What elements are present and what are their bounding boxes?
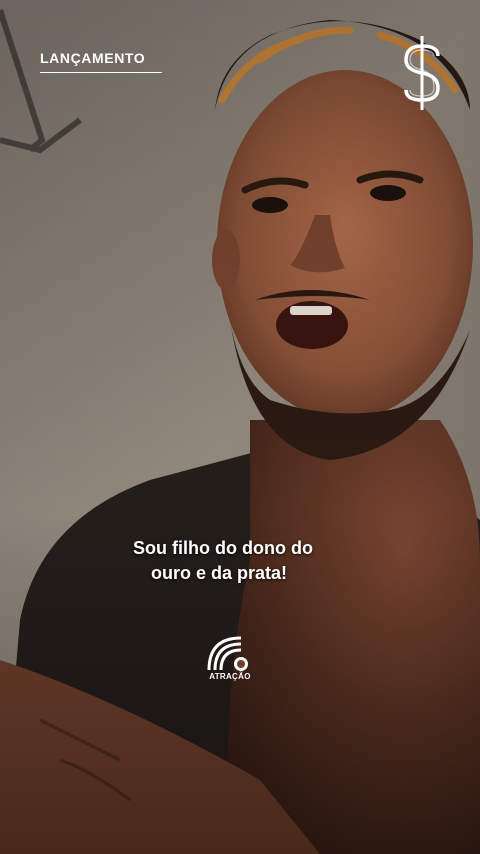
- caption-line-2: ouro e da prata!: [151, 563, 288, 583]
- category-tag: LANÇAMENTO: [40, 50, 162, 73]
- dollar-sign-icon: [404, 36, 440, 110]
- caption-subtitle: Sou filho do dono do ouro e da prata!: [110, 536, 370, 586]
- brand-name: ATRAÇÃO: [209, 672, 251, 681]
- brand-logo: ATRAÇÃO: [203, 632, 257, 686]
- rainbow-logo-icon: [207, 636, 248, 671]
- reel-frame: LANÇAMENTO Sou filho do dono do ouro e d…: [0, 0, 480, 854]
- caption-line-1: Sou filho do dono do: [133, 538, 313, 558]
- video-still: [0, 0, 480, 854]
